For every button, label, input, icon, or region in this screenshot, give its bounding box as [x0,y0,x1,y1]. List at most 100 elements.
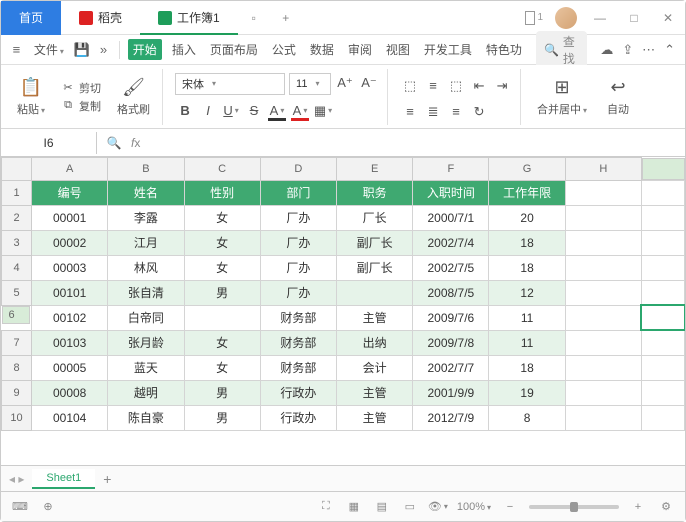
tab-menu-icon[interactable]: ▫ [242,6,266,30]
ribbon-tab-data[interactable]: 数据 [306,41,338,58]
new-tab-button[interactable]: + [274,6,298,30]
align-middle-button[interactable]: ≡ [423,76,443,96]
status-icon[interactable]: ⊕ [39,498,57,516]
maximize-button[interactable]: □ [617,1,651,35]
col-E[interactable]: E [337,158,413,181]
align-center-button[interactable]: ≣ [423,102,443,122]
cloud-icon[interactable]: ☁ [599,41,614,59]
italic-button[interactable]: I [198,101,218,121]
avatar[interactable] [555,7,577,29]
ribbon-tab-dev[interactable]: 开发工具 [420,41,476,58]
settings-dots-icon[interactable]: ⋯ [641,41,656,59]
row-1[interactable]: 1 [2,180,32,205]
bold-button[interactable]: B [175,101,195,121]
row-7[interactable]: 7 [2,330,32,355]
name-box[interactable]: I6 [1,132,97,154]
file-menu[interactable]: 文件▾ [30,41,68,58]
font-size-select[interactable]: 11▾ [289,73,331,95]
settings-icon[interactable]: ⚙ [657,498,675,516]
row-10[interactable]: 10 [2,405,32,430]
spreadsheet-grid[interactable]: A B C D E F G H 1 编号 姓名 性别 部门 职务 入职时间 工作… [1,157,685,465]
row-2[interactable]: 2 [2,205,32,230]
increase-font-button[interactable]: A⁺ [335,73,355,93]
col-D[interactable]: D [260,158,336,181]
sheet-tab-bar: ◂ ▸ Sheet1 + [1,465,685,491]
fx-icon[interactable]: fx [131,136,140,150]
col-I[interactable] [642,158,685,180]
reading-view-icon[interactable]: ▭ [401,498,419,516]
cut-button[interactable]: ✂剪切 [61,80,101,96]
row-5[interactable]: 5 [2,280,32,305]
tab-workbook[interactable]: 工作簿1 [140,1,238,35]
col-B[interactable]: B [108,158,184,181]
zoom-out-button[interactable]: − [501,498,519,516]
fullscreen-icon[interactable]: ⛶ [317,498,335,516]
row-3[interactable]: 3 [2,230,32,255]
share-icon[interactable]: ⇪ [620,41,635,59]
zoom-in-button[interactable]: + [629,498,647,516]
col-A[interactable]: A [32,158,108,181]
active-cell[interactable] [641,305,684,330]
eye-icon[interactable]: 👁▾ [429,498,447,516]
row-4[interactable]: 4 [2,255,32,280]
close-button[interactable]: ✕ [651,1,685,35]
zoom-level[interactable]: 100%▾ [457,501,491,513]
column-headers: A B C D E F G H [2,158,685,181]
row-6[interactable]: 6 [2,306,30,324]
align-top-button[interactable]: ⬚ [400,76,420,96]
col-G[interactable]: G [489,158,565,181]
minimize-button[interactable]: — [583,1,617,35]
align-left-button[interactable]: ≡ [400,102,420,122]
zoom-fx-icon[interactable]: 🔍 [105,134,123,152]
copy-button[interactable]: ⧉复制 [61,98,101,114]
orientation-button[interactable]: ↻ [469,102,489,122]
indent-decrease-button[interactable]: ⇤ [469,76,489,96]
indent-increase-button[interactable]: ⇥ [492,76,512,96]
collapse-ribbon-icon[interactable]: ⌃ [662,41,677,59]
ribbon-tab-pagelayout[interactable]: 页面布局 [206,41,262,58]
add-sheet-button[interactable]: + [103,471,111,487]
grid-view-icon[interactable]: ▦ [345,498,363,516]
merge-button[interactable]: ⊞ 合并居中▾ [533,75,591,119]
font-color-button[interactable]: A▾ [290,101,310,121]
paste-button[interactable]: 📋 粘贴▾ [13,75,49,119]
tab-docer[interactable]: 稻壳 [61,1,140,35]
row-9[interactable]: 9 [2,380,32,405]
decrease-font-button[interactable]: A⁻ [359,73,379,93]
sheet-tab[interactable]: Sheet1 [32,469,95,489]
split-view-icon[interactable]: 1 [525,11,543,25]
wrap-text-button[interactable]: ↩ 自动 [603,75,633,119]
row-8[interactable]: 8 [2,355,32,380]
borders-button[interactable]: ▦▾ [313,101,333,121]
more-icon[interactable]: » [96,41,111,59]
ribbon-tab-view[interactable]: 视图 [382,41,414,58]
ribbon-tab-special[interactable]: 特色功 [482,41,526,58]
header-row: 1 编号 姓名 性别 部门 职务 入职时间 工作年限 [2,180,685,205]
ribbon-tab-formula[interactable]: 公式 [268,41,300,58]
app-menu-icon[interactable]: ≡ [9,41,24,59]
strikethrough-button[interactable]: S [244,101,264,121]
align-bottom-button[interactable]: ⬚ [446,76,466,96]
align-right-button[interactable]: ≡ [446,102,466,122]
font-family-select[interactable]: 宋体▾ [175,73,285,95]
col-H[interactable]: H [565,158,641,181]
search-input[interactable]: 🔍 查找 [536,31,588,69]
sheet-nav[interactable]: ◂ ▸ [9,472,24,486]
col-F[interactable]: F [413,158,489,181]
tab-home[interactable]: 首页 [1,1,61,35]
docer-icon [79,11,93,25]
fill-color-button[interactable]: A▾ [267,101,287,121]
ribbon-tab-review[interactable]: 审阅 [344,41,376,58]
col-C[interactable]: C [184,158,260,181]
formula-bar: I6 🔍 fx [1,129,685,157]
underline-button[interactable]: U▾ [221,101,241,121]
save-icon[interactable]: 💾 [74,41,90,59]
keyboard-icon[interactable]: ⌨ [11,498,29,516]
select-all-corner[interactable] [2,158,32,181]
table-row: 300002江月女厂办副厂长2002/7/418 [2,230,685,255]
ribbon-tab-insert[interactable]: 插入 [168,41,200,58]
zoom-slider[interactable] [529,505,619,509]
page-view-icon[interactable]: ▤ [373,498,391,516]
ribbon-tab-start[interactable]: 开始 [128,39,162,60]
format-painter-button[interactable]: 🖌 格式刷 [113,75,154,119]
